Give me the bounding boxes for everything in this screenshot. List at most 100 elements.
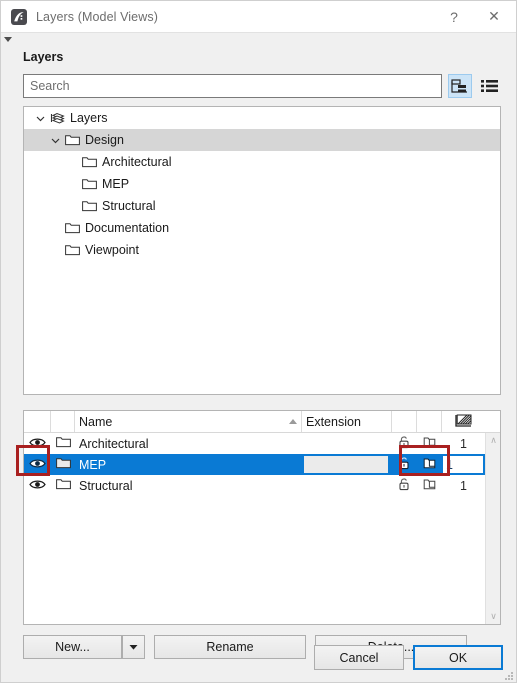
search-row (23, 74, 501, 98)
visibility-toggle[interactable] (24, 475, 51, 496)
ok-button[interactable]: OK (413, 645, 503, 670)
row-extension[interactable] (302, 454, 392, 475)
layers-table: Name Extension Architectural 1 MEP 1 Str… (23, 410, 501, 625)
chevron-down-icon[interactable] (122, 635, 145, 659)
pen-value[interactable]: 1 (443, 455, 484, 474)
folder-icon (63, 244, 81, 256)
table-body: Architectural 1 MEP 1 Structural 1 (24, 433, 485, 624)
unlock-icon (398, 457, 411, 473)
sort-ascending-icon (289, 419, 297, 424)
archicad-logo-icon (11, 8, 27, 25)
pen-value-cell[interactable]: 1 (442, 433, 485, 454)
folder-icon (55, 478, 71, 493)
row-extension[interactable] (302, 475, 392, 496)
tree-item-structural[interactable]: Structural (24, 195, 500, 217)
search-input[interactable] (23, 74, 443, 98)
table-row[interactable]: Architectural 1 (24, 433, 485, 454)
tree-item-label: MEP (102, 177, 130, 191)
folder-icon (63, 134, 81, 146)
lock-toggle[interactable] (392, 475, 417, 496)
panel-collapse-icon[interactable] (4, 37, 12, 42)
tree-item-viewpoint[interactable]: Viewpoint (24, 239, 500, 261)
tree-item-label: Layers (70, 111, 108, 125)
cancel-button[interactable]: Cancel (314, 645, 404, 670)
table-header: Name Extension (24, 411, 500, 433)
tree-item-architectural[interactable]: Architectural (24, 151, 500, 173)
close-button[interactable]: ✕ (472, 1, 516, 32)
hatch-pattern-icon (455, 414, 472, 430)
pen-value: 1 (460, 478, 467, 493)
table-scrollbar[interactable]: ∧ ∨ (485, 433, 500, 624)
row-name[interactable]: Architectural (75, 433, 302, 454)
tree-view-icon[interactable] (448, 74, 472, 98)
layers-stack-icon (48, 112, 66, 125)
layers-dialog: Layers (Model Views) ? ✕ Layers Search L… (0, 0, 517, 683)
rename-button[interactable]: Rename (154, 635, 306, 659)
column-header-extension[interactable]: Extension (302, 411, 392, 432)
copy-toggle[interactable] (417, 475, 442, 496)
column-header-lock[interactable] (392, 411, 417, 432)
copy-toggle[interactable] (417, 454, 442, 475)
extension-edit-field[interactable] (304, 456, 388, 473)
window-controls: ? ✕ (436, 1, 516, 32)
folder-icon (80, 200, 98, 212)
window-title: Layers (Model Views) (36, 9, 158, 24)
row-extension[interactable] (302, 433, 392, 454)
copy-icon (423, 457, 436, 473)
column-header-name[interactable]: Name (75, 411, 302, 432)
tree-item-layers[interactable]: Layers (24, 107, 500, 129)
new-split-button: New... (23, 635, 145, 659)
tree-item-label: Architectural (102, 155, 172, 169)
list-view-icon[interactable] (478, 74, 501, 98)
unlock-icon (398, 478, 411, 494)
title-bar: Layers (Model Views) ? ✕ (1, 1, 516, 32)
eye-icon (29, 458, 46, 472)
tree-item-design[interactable]: Design (24, 129, 500, 151)
dialog-footer-buttons: Cancel OK (314, 645, 503, 670)
pen-value-cell[interactable]: 1 (442, 475, 485, 496)
new-button[interactable]: New... (23, 635, 122, 659)
resize-grip[interactable] (502, 669, 513, 680)
help-button[interactable]: ? (436, 1, 472, 32)
lock-toggle[interactable] (392, 454, 417, 475)
row-folder-icon-cell (51, 454, 75, 475)
column-header-visibility[interactable] (24, 411, 51, 432)
column-header-copy[interactable] (417, 411, 442, 432)
table-row[interactable]: Structural 1 (24, 475, 485, 496)
section-title: Layers (23, 50, 64, 64)
eye-icon (29, 479, 46, 493)
scroll-up-icon[interactable]: ∧ (490, 436, 497, 445)
folder-icon (55, 436, 71, 451)
copy-toggle[interactable] (417, 433, 442, 454)
folder-icon (63, 222, 81, 234)
chevron-down-icon[interactable] (47, 136, 63, 145)
unlock-icon (398, 436, 411, 452)
tree-item-label: Documentation (85, 221, 170, 235)
column-header-pen[interactable] (442, 411, 485, 432)
scroll-down-icon[interactable]: ∨ (490, 612, 497, 621)
table-row[interactable]: MEP 1 (24, 454, 485, 475)
eye-icon (29, 437, 46, 451)
row-name[interactable]: Structural (75, 475, 302, 496)
layers-tree[interactable]: Layers Design Architectural MEP Structur… (23, 106, 501, 395)
row-name[interactable]: MEP (75, 454, 302, 475)
pen-value: 1 (460, 436, 467, 451)
chevron-down-icon[interactable] (32, 114, 48, 123)
visibility-toggle[interactable] (24, 454, 51, 475)
tree-item-documentation[interactable]: Documentation (24, 217, 500, 239)
column-header-folder[interactable] (51, 411, 75, 432)
tree-item-mep[interactable]: MEP (24, 173, 500, 195)
pen-value-cell[interactable]: 1 (442, 454, 485, 475)
column-header-name-label: Name (79, 414, 113, 429)
table-body-wrap: Architectural 1 MEP 1 Structural 1 ∧ ∨ (24, 433, 500, 624)
visibility-toggle[interactable] (24, 433, 51, 454)
row-folder-icon-cell (51, 433, 75, 454)
dialog-body: Layers Search Layers Design Architectura… (1, 32, 516, 682)
row-folder-icon-cell (51, 475, 75, 496)
tree-item-label: Viewpoint (85, 243, 139, 257)
folder-icon (80, 156, 98, 168)
folder-icon (80, 178, 98, 190)
tree-item-label: Structural (102, 199, 156, 213)
copy-icon (423, 436, 436, 452)
lock-toggle[interactable] (392, 433, 417, 454)
